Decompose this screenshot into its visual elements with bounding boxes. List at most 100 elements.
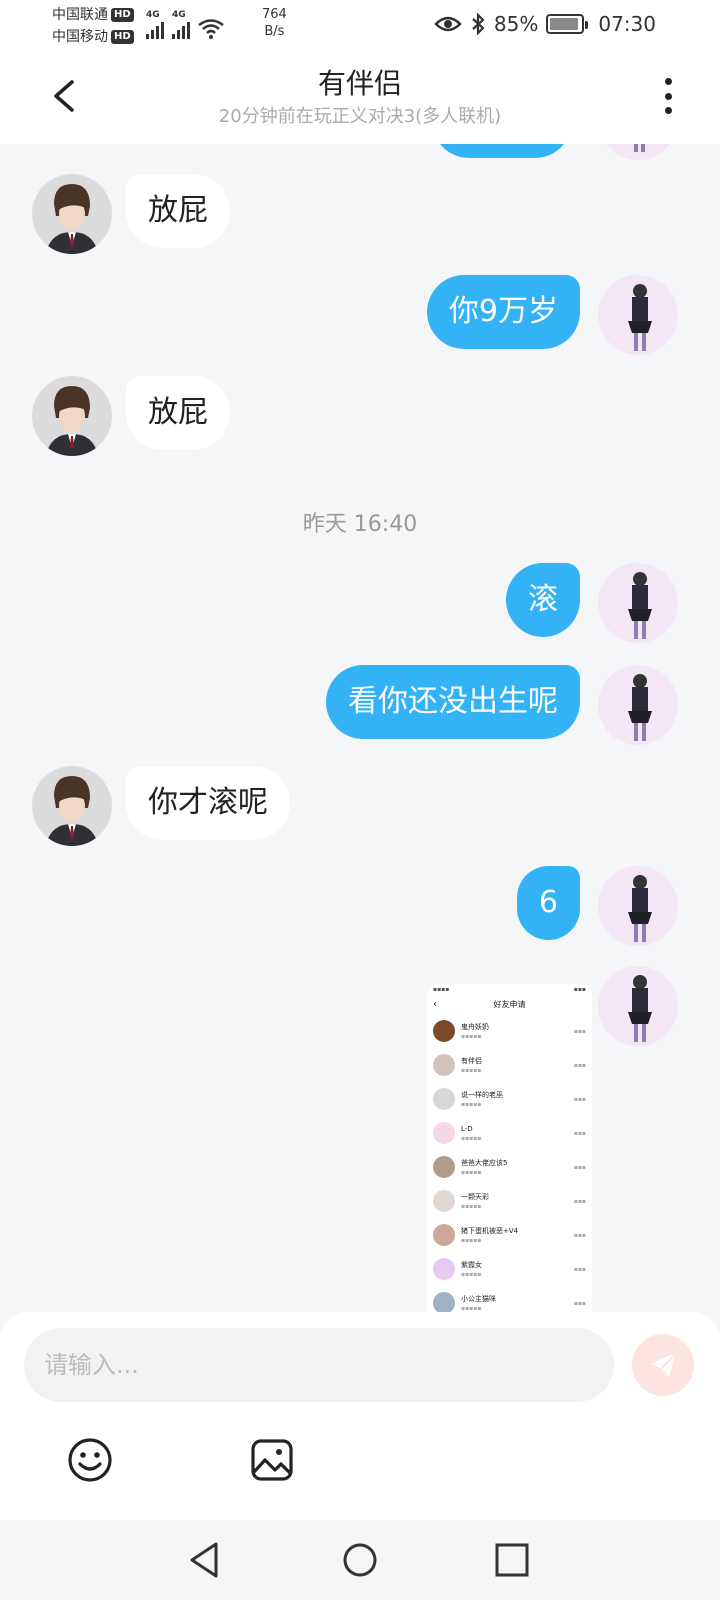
thumbnail-row: 一颗天彩 ▪▪▪▪▪ ▪▪▪ xyxy=(427,1184,592,1218)
thumbnail-sub: ▪▪▪▪▪ xyxy=(461,1134,482,1142)
eye-icon xyxy=(434,16,462,32)
message-bubble-sent[interactable]: 你9万岁 xyxy=(426,275,580,349)
thumbnail-name: 爸爸大佬应该5 xyxy=(461,1158,508,1167)
message-bubble-partial[interactable] xyxy=(432,144,572,158)
thumbnail-state: ▪▪▪ xyxy=(573,1027,586,1035)
friend-avatar[interactable] xyxy=(32,174,112,254)
carrier-info: 中国联通 HD 中国移动 HD xyxy=(52,4,134,48)
carrier-1: 中国联通 xyxy=(52,7,108,23)
signal-icon: 4G xyxy=(172,10,190,39)
thumbnail-row: L-D ▪▪▪▪▪ ▪▪▪ xyxy=(427,1116,592,1150)
battery-percent: 85% xyxy=(493,12,539,36)
timestamp: 昨天 16:40 xyxy=(302,512,418,537)
thumbnail-name: 一颗天彩 xyxy=(461,1192,489,1201)
chat-area[interactable]: 放屁 你9万岁 放屁 昨天 16:40 滚 看你还没出生呢 你才滚呢 6 ▪▪▪… xyxy=(0,144,720,1314)
thumbnail-row: 说一样的老巫 ▪▪▪▪▪ ▪▪▪ xyxy=(427,1082,592,1116)
nav-recents-button[interactable] xyxy=(490,1538,534,1582)
contact-name: 有伴侣 xyxy=(317,67,402,100)
thumbnail-state: ▪▪▪ xyxy=(573,1129,586,1137)
input-panel xyxy=(0,1312,720,1520)
image-message[interactable]: ▪▪▪▪ ▪▪▪ ‹ 好友申请 鬼舟妖奶 ▪▪▪▪▪ ▪▪▪ 有伴侣 ▪▪▪▪▪ ▪▪▪ 说一样… xyxy=(427,984,592,1314)
clock: 07:30 xyxy=(598,12,656,36)
thumbnail-avatar xyxy=(433,1122,455,1144)
more-options-button[interactable] xyxy=(658,76,678,116)
thumbnail-row: 鬼舟妖奶 ▪▪▪▪▪ ▪▪▪ xyxy=(427,1014,592,1048)
nav-back-button[interactable] xyxy=(184,1538,228,1582)
self-avatar[interactable] xyxy=(598,144,678,160)
thumbnail-avatar xyxy=(433,1020,455,1042)
nav-home-button[interactable] xyxy=(338,1538,382,1582)
friend-avatar[interactable] xyxy=(32,766,112,846)
thumbnail-row: 有伴侣 ▪▪▪▪▪ ▪▪▪ xyxy=(427,1048,592,1082)
self-avatar[interactable] xyxy=(598,275,678,355)
battery-icon xyxy=(546,14,589,34)
thumbnail-list: 鬼舟妖奶 ▪▪▪▪▪ ▪▪▪ 有伴侣 ▪▪▪▪▪ ▪▪▪ 说一样的老巫 ▪▪▪▪▪ ▪▪▪ L-D… xyxy=(427,1014,592,1314)
thumbnail-state: ▪▪▪ xyxy=(573,1265,586,1273)
emoji-button[interactable] xyxy=(66,1436,114,1484)
thumbnail-row: 小公主猫咪 ▪▪▪▪▪ ▪▪▪ xyxy=(427,1286,592,1314)
hd-badge: HD xyxy=(111,30,134,44)
dot-icon xyxy=(664,92,672,100)
thumbnail-avatar xyxy=(433,1190,455,1212)
thumbnail-row: 猪下蛋机被恶+V4 ▪▪▪▪▪ ▪▪▪ xyxy=(427,1218,592,1252)
message-bubble-sent[interactable]: 6 xyxy=(516,866,580,940)
friend-avatar[interactable] xyxy=(32,376,112,456)
net-speed: 764 B/s xyxy=(262,7,287,39)
self-avatar[interactable] xyxy=(598,866,678,946)
thumbnail-sub: ▪▪▪▪▪ xyxy=(461,1236,482,1244)
wifi-icon xyxy=(198,19,224,39)
thumbnail-avatar xyxy=(433,1156,455,1178)
thumbnail-sub: ▪▪▪▪▪ xyxy=(461,1168,482,1176)
thumbnail-avatar xyxy=(433,1054,455,1076)
message-input[interactable] xyxy=(24,1328,614,1402)
carrier-2: 中国移动 xyxy=(52,29,108,45)
thumbnail-sub: ▪▪▪▪▪ xyxy=(461,1270,482,1278)
self-avatar[interactable] xyxy=(598,966,678,1046)
send-button[interactable] xyxy=(632,1334,694,1396)
thumbnail-sub: ▪▪▪▪▪ xyxy=(461,1202,482,1210)
contact-status: 20分钟前在玩正义对决3(多人联机) xyxy=(218,106,502,127)
message-bubble-received[interactable]: 放屁 xyxy=(126,174,230,248)
message-bubble-sent[interactable]: 滚 xyxy=(506,563,580,637)
thumbnail-state: ▪▪▪ xyxy=(573,1231,586,1239)
thumbnail-state: ▪▪▪ xyxy=(573,1061,586,1069)
thumbnail-name: 有伴侣 xyxy=(461,1056,482,1065)
thumbnail-avatar xyxy=(433,1224,455,1246)
bluetooth-icon xyxy=(472,13,485,35)
thumbnail-row: 紫霞女 ▪▪▪▪▪ ▪▪▪ xyxy=(427,1252,592,1286)
thumbnail-avatar xyxy=(433,1292,455,1314)
thumbnail-avatar xyxy=(433,1258,455,1280)
message-bubble-received[interactable]: 放屁 xyxy=(126,376,230,450)
self-avatar[interactable] xyxy=(598,563,678,643)
thumbnail-state: ▪▪▪ xyxy=(573,1197,586,1205)
thumbnail-sub: ▪▪▪▪▪ xyxy=(461,1066,482,1074)
thumbnail-title: ‹ 好友申请 xyxy=(433,999,526,1010)
message-bubble-sent[interactable]: 看你还没出生呢 xyxy=(326,665,580,739)
thumbnail-name: 紫霞女 xyxy=(461,1260,482,1269)
thumbnail-avatar xyxy=(433,1088,455,1110)
thumbnail-name: 说一样的老巫 xyxy=(461,1090,503,1099)
thumbnail-state: ▪▪▪ xyxy=(573,1095,586,1103)
self-avatar[interactable] xyxy=(598,665,678,745)
thumbnail-sub: ▪▪▪▪▪ xyxy=(461,1100,482,1108)
dot-icon xyxy=(664,107,672,114)
thumbnail-row: 爸爸大佬应该5 ▪▪▪▪▪ ▪▪▪ xyxy=(427,1150,592,1184)
hd-badge: HD xyxy=(111,8,134,22)
thumbnail-name: L-D xyxy=(461,1124,473,1133)
dot-icon xyxy=(664,78,672,85)
thumbnail-name: 猪下蛋机被恶+V4 xyxy=(461,1226,519,1235)
thumbnail-name: 鬼舟妖奶 xyxy=(461,1022,489,1031)
status-right: 85% 07:30 xyxy=(434,12,656,36)
signal-icon: 4G xyxy=(146,10,164,39)
thumbnail-status-bar: ▪▪▪▪ ▪▪▪ xyxy=(433,986,586,993)
thumbnail-sub: ▪▪▪▪▪ xyxy=(461,1032,482,1040)
status-bar: 中国联通 HD 中国移动 HD 4G 4G 764 B/s 85% 07:30 xyxy=(0,0,720,52)
image-picker-button[interactable] xyxy=(248,1436,296,1484)
chat-header: 有伴侣 20分钟前在玩正义对决3(多人联机) xyxy=(0,52,720,144)
system-nav-bar xyxy=(0,1520,720,1600)
send-icon xyxy=(650,1352,677,1377)
thumbnail-state: ▪▪▪ xyxy=(573,1163,586,1171)
signal-indicators: 4G 4G xyxy=(146,10,224,39)
message-bubble-received[interactable]: 你才滚呢 xyxy=(126,766,290,840)
thumbnail-state: ▪▪▪ xyxy=(573,1299,586,1307)
